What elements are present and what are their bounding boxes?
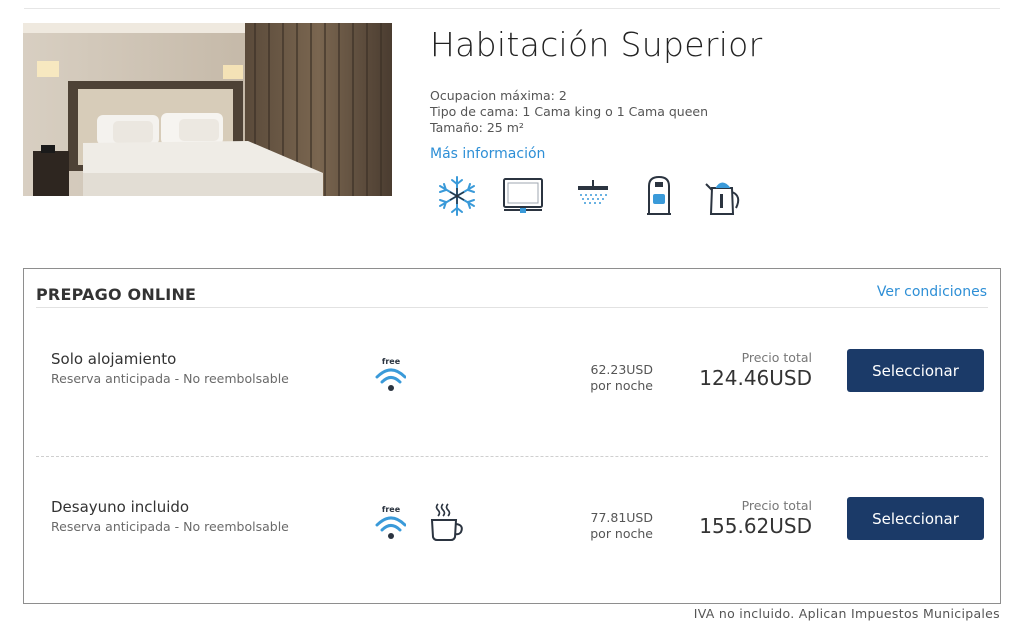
max-occupancy: Ocupacion máxima: 2: [430, 88, 567, 103]
rates-panel: PREPAGO ONLINE Ver condiciones Solo aloj…: [23, 268, 1001, 604]
tax-footnote: IVA no incluido. Aplican Impuestos Munic…: [693, 606, 1000, 621]
wifi-free-label: free: [382, 357, 401, 366]
nightly-price-value: 77.81USD: [590, 510, 654, 525]
per-night-label: por noche: [590, 378, 653, 393]
rate-subtitle: Reserva anticipada - No reembolsable: [51, 371, 289, 386]
select-button-breakfast[interactable]: Seleccionar: [847, 497, 984, 540]
coffee-cup-icon: [428, 501, 466, 543]
row-divider: [36, 456, 988, 457]
safe-icon: [636, 174, 682, 218]
room-photo: [23, 23, 392, 196]
bed-type: Tipo de cama: 1 Cama king o 1 Cama queen: [430, 104, 709, 119]
total-price-value: 124.46USD: [699, 366, 812, 390]
free-wifi-icon: free: [374, 355, 406, 395]
total-price-label: Precio total: [741, 350, 812, 365]
more-info-link[interactable]: Más información: [430, 146, 545, 162]
kettle-icon: [702, 174, 748, 218]
nightly-price: 77.81USD por noche: [590, 510, 653, 542]
rate-name: Desayuno incluido: [51, 498, 190, 516]
room-title: Habitación Superior: [430, 25, 763, 64]
select-button-room-only[interactable]: Seleccionar: [847, 349, 984, 392]
nightly-price-value: 62.23USD: [590, 362, 654, 377]
tv-icon: [500, 174, 546, 218]
room-details: Ocupacion máxima: 2 Tipo de cama: 1 Cama…: [430, 88, 708, 136]
total-price-label: Precio total: [741, 498, 812, 513]
rate-row-breakfast: Desayuno incluido Reserva anticipada - N…: [24, 497, 1000, 568]
rate-row-room-only: Solo alojamiento Reserva anticipada - No…: [24, 349, 1000, 420]
header-divider: [36, 307, 988, 308]
shower-icon: [570, 174, 616, 218]
room-size: Tamaño: 25 m²: [430, 120, 524, 135]
rate-type-title: PREPAGO ONLINE: [36, 285, 197, 304]
free-wifi-icon: free: [374, 503, 406, 543]
conditions-link[interactable]: Ver condiciones: [877, 284, 987, 300]
snowflake-icon: [434, 174, 480, 218]
rate-subtitle: Reserva anticipada - No reembolsable: [51, 519, 289, 534]
total-price-value: 155.62USD: [699, 514, 812, 538]
nightly-price: 62.23USD por noche: [590, 362, 653, 394]
top-divider: [24, 8, 1000, 9]
per-night-label: por noche: [590, 526, 653, 541]
rate-name: Solo alojamiento: [51, 350, 177, 368]
wifi-free-label: free: [382, 505, 401, 514]
